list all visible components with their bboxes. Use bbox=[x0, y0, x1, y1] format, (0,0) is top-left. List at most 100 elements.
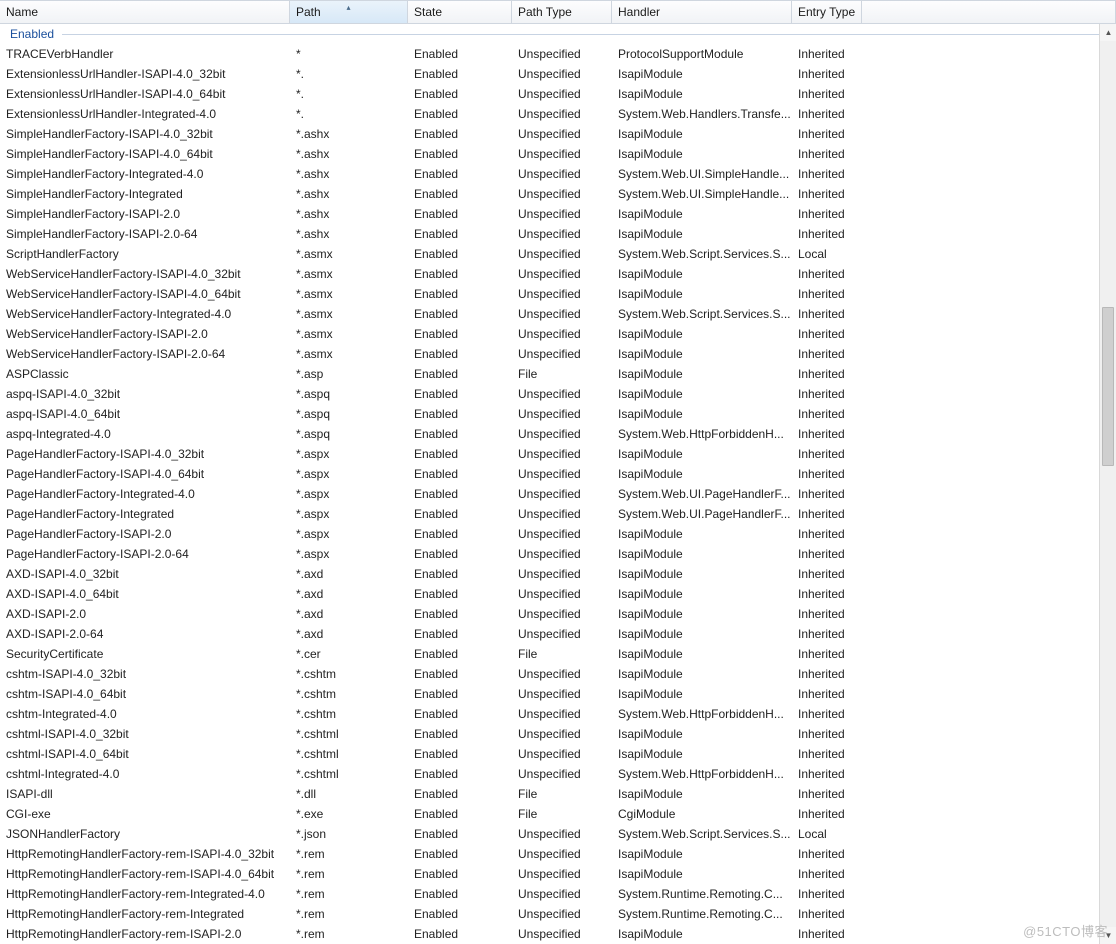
cell-path: *. bbox=[290, 87, 408, 101]
table-row[interactable]: TRACEVerbHandler*EnabledUnspecifiedProto… bbox=[0, 44, 1116, 64]
column-header-path-type[interactable]: Path Type bbox=[512, 1, 612, 23]
cell-state: Enabled bbox=[408, 107, 512, 121]
table-row[interactable]: cshtm-ISAPI-4.0_64bit*.cshtmEnabledUnspe… bbox=[0, 684, 1116, 704]
vertical-scrollbar-track[interactable] bbox=[1100, 41, 1116, 927]
cell-state: Enabled bbox=[408, 307, 512, 321]
cell-entry-type: Inherited bbox=[792, 187, 862, 201]
cell-name: CGI-exe bbox=[0, 807, 290, 821]
table-row[interactable]: PageHandlerFactory-Integrated*.aspxEnabl… bbox=[0, 504, 1116, 524]
cell-path-type: Unspecified bbox=[512, 587, 612, 601]
cell-handler: ProtocolSupportModule bbox=[612, 47, 792, 61]
cell-name: PageHandlerFactory-Integrated-4.0 bbox=[0, 487, 290, 501]
scroll-up-icon[interactable]: ▲ bbox=[1100, 24, 1116, 41]
table-row[interactable]: PageHandlerFactory-ISAPI-4.0_64bit*.aspx… bbox=[0, 464, 1116, 484]
column-headers: Name Path ▴ State Path Type Handler Entr… bbox=[0, 0, 1116, 24]
cell-path: *.aspx bbox=[290, 507, 408, 521]
table-row[interactable]: ExtensionlessUrlHandler-ISAPI-4.0_32bit*… bbox=[0, 64, 1116, 84]
cell-handler: IsapiModule bbox=[612, 727, 792, 741]
cell-path: *. bbox=[290, 107, 408, 121]
table-row[interactable]: AXD-ISAPI-2.0-64*.axdEnabledUnspecifiedI… bbox=[0, 624, 1116, 644]
table-row[interactable]: WebServiceHandlerFactory-ISAPI-4.0_64bit… bbox=[0, 284, 1116, 304]
table-row[interactable]: cshtm-Integrated-4.0*.cshtmEnabledUnspec… bbox=[0, 704, 1116, 724]
cell-entry-type: Inherited bbox=[792, 147, 862, 161]
cell-entry-type: Inherited bbox=[792, 167, 862, 181]
scroll-down-icon[interactable]: ▼ bbox=[1100, 927, 1116, 944]
cell-path: *.axd bbox=[290, 587, 408, 601]
column-header-entry-type[interactable]: Entry Type bbox=[792, 1, 862, 23]
table-row[interactable]: HttpRemotingHandlerFactory-rem-Integrate… bbox=[0, 884, 1116, 904]
table-row[interactable]: SecurityCertificate*.cerEnabledFileIsapi… bbox=[0, 644, 1116, 664]
table-row[interactable]: cshtml-ISAPI-4.0_64bit*.cshtmlEnabledUns… bbox=[0, 744, 1116, 764]
table-row[interactable]: aspq-ISAPI-4.0_32bit*.aspqEnabledUnspeci… bbox=[0, 384, 1116, 404]
table-row[interactable]: HttpRemotingHandlerFactory-rem-Integrate… bbox=[0, 904, 1116, 924]
table-row[interactable]: AXD-ISAPI-2.0*.axdEnabledUnspecifiedIsap… bbox=[0, 604, 1116, 624]
cell-state: Enabled bbox=[408, 247, 512, 261]
cell-handler: IsapiModule bbox=[612, 227, 792, 241]
table-row[interactable]: HttpRemotingHandlerFactory-rem-ISAPI-4.0… bbox=[0, 864, 1116, 884]
table-row[interactable]: SimpleHandlerFactory-Integrated-4.0*.ash… bbox=[0, 164, 1116, 184]
table-row[interactable]: aspq-ISAPI-4.0_64bit*.aspqEnabledUnspeci… bbox=[0, 404, 1116, 424]
table-row[interactable]: cshtml-Integrated-4.0*.cshtmlEnabledUnsp… bbox=[0, 764, 1116, 784]
table-row[interactable]: AXD-ISAPI-4.0_32bit*.axdEnabledUnspecifi… bbox=[0, 564, 1116, 584]
cell-path: *.aspq bbox=[290, 387, 408, 401]
cell-state: Enabled bbox=[408, 847, 512, 861]
cell-path-type: Unspecified bbox=[512, 307, 612, 321]
table-row[interactable]: cshtm-ISAPI-4.0_32bit*.cshtmEnabledUnspe… bbox=[0, 664, 1116, 684]
table-row[interactable]: PageHandlerFactory-Integrated-4.0*.aspxE… bbox=[0, 484, 1116, 504]
table-row[interactable]: WebServiceHandlerFactory-Integrated-4.0*… bbox=[0, 304, 1116, 324]
cell-name: AXD-ISAPI-2.0 bbox=[0, 607, 290, 621]
table-row[interactable]: WebServiceHandlerFactory-ISAPI-4.0_32bit… bbox=[0, 264, 1116, 284]
cell-entry-type: Inherited bbox=[792, 347, 862, 361]
table-row[interactable]: ScriptHandlerFactory*.asmxEnabledUnspeci… bbox=[0, 244, 1116, 264]
table-row[interactable]: SimpleHandlerFactory-Integrated*.ashxEna… bbox=[0, 184, 1116, 204]
table-row[interactable]: CGI-exe*.exeEnabledFileCgiModuleInherite… bbox=[0, 804, 1116, 824]
table-row[interactable]: ExtensionlessUrlHandler-ISAPI-4.0_64bit*… bbox=[0, 84, 1116, 104]
cell-entry-type: Inherited bbox=[792, 427, 862, 441]
cell-entry-type: Inherited bbox=[792, 567, 862, 581]
table-row[interactable]: ISAPI-dll*.dllEnabledFileIsapiModuleInhe… bbox=[0, 784, 1116, 804]
group-header-enabled[interactable]: Enabled bbox=[0, 24, 1116, 44]
cell-entry-type: Inherited bbox=[792, 707, 862, 721]
cell-entry-type: Inherited bbox=[792, 447, 862, 461]
table-row[interactable]: JSONHandlerFactory*.jsonEnabledUnspecifi… bbox=[0, 824, 1116, 844]
cell-path: *.rem bbox=[290, 847, 408, 861]
table-row[interactable]: ASPClassic*.aspEnabledFileIsapiModuleInh… bbox=[0, 364, 1116, 384]
table-row[interactable]: aspq-Integrated-4.0*.aspqEnabledUnspecif… bbox=[0, 424, 1116, 444]
table-row[interactable]: cshtml-ISAPI-4.0_32bit*.cshtmlEnabledUns… bbox=[0, 724, 1116, 744]
cell-path-type: Unspecified bbox=[512, 527, 612, 541]
column-header-path[interactable]: Path ▴ bbox=[290, 1, 408, 23]
column-header-state[interactable]: State bbox=[408, 1, 512, 23]
cell-entry-type: Inherited bbox=[792, 887, 862, 901]
cell-path: *.rem bbox=[290, 907, 408, 921]
column-header-name[interactable]: Name bbox=[0, 1, 290, 23]
table-row[interactable]: WebServiceHandlerFactory-ISAPI-2.0-64*.a… bbox=[0, 344, 1116, 364]
vertical-scrollbar[interactable]: ▲ ▼ bbox=[1099, 24, 1116, 944]
table-row[interactable]: SimpleHandlerFactory-ISAPI-2.0-64*.ashxE… bbox=[0, 224, 1116, 244]
table-row[interactable]: PageHandlerFactory-ISAPI-2.0*.aspxEnable… bbox=[0, 524, 1116, 544]
table-row[interactable]: SimpleHandlerFactory-ISAPI-4.0_64bit*.as… bbox=[0, 144, 1116, 164]
table-row[interactable]: ExtensionlessUrlHandler-Integrated-4.0*.… bbox=[0, 104, 1116, 124]
table-row[interactable]: WebServiceHandlerFactory-ISAPI-2.0*.asmx… bbox=[0, 324, 1116, 344]
table-row[interactable]: SimpleHandlerFactory-ISAPI-2.0*.ashxEnab… bbox=[0, 204, 1116, 224]
table-row[interactable]: PageHandlerFactory-ISAPI-4.0_32bit*.aspx… bbox=[0, 444, 1116, 464]
cell-path-type: Unspecified bbox=[512, 707, 612, 721]
cell-state: Enabled bbox=[408, 927, 512, 941]
cell-path: *.cshtm bbox=[290, 707, 408, 721]
cell-path-type: File bbox=[512, 367, 612, 381]
vertical-scrollbar-thumb[interactable] bbox=[1102, 307, 1114, 466]
cell-entry-type: Inherited bbox=[792, 287, 862, 301]
cell-handler: IsapiModule bbox=[612, 647, 792, 661]
cell-handler: IsapiModule bbox=[612, 527, 792, 541]
cell-path-type: Unspecified bbox=[512, 347, 612, 361]
table-row[interactable]: AXD-ISAPI-4.0_64bit*.axdEnabledUnspecifi… bbox=[0, 584, 1116, 604]
cell-handler: IsapiModule bbox=[612, 687, 792, 701]
column-header-handler[interactable]: Handler bbox=[612, 1, 792, 23]
table-row[interactable]: SimpleHandlerFactory-ISAPI-4.0_32bit*.as… bbox=[0, 124, 1116, 144]
table-row[interactable]: HttpRemotingHandlerFactory-rem-ISAPI-4.0… bbox=[0, 844, 1116, 864]
table-row[interactable]: HttpRemotingHandlerFactory-rem-ISAPI-2.0… bbox=[0, 924, 1116, 944]
cell-entry-type: Inherited bbox=[792, 667, 862, 681]
cell-path-type: Unspecified bbox=[512, 687, 612, 701]
cell-state: Enabled bbox=[408, 327, 512, 341]
table-row[interactable]: PageHandlerFactory-ISAPI-2.0-64*.aspxEna… bbox=[0, 544, 1116, 564]
cell-path: *.ashx bbox=[290, 207, 408, 221]
